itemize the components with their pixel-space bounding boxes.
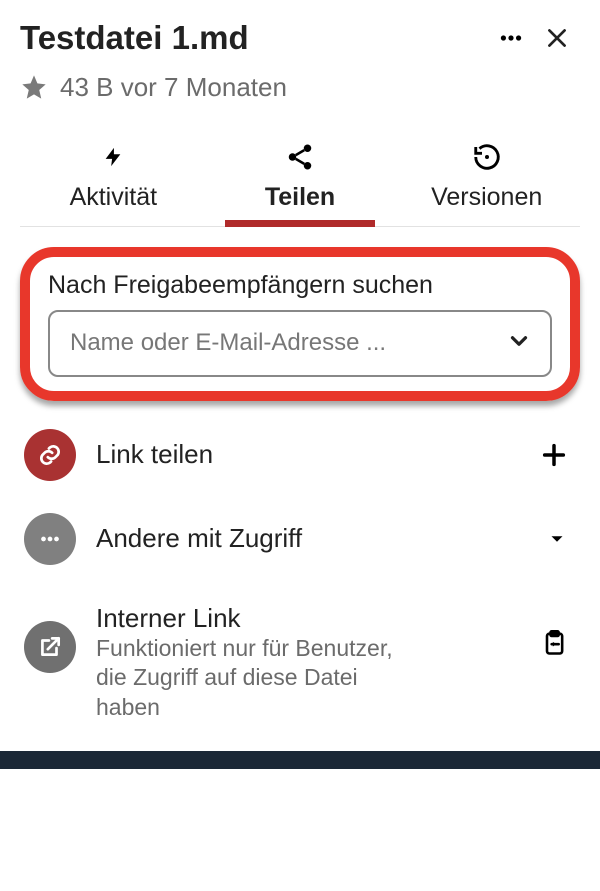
history-icon [472,139,502,175]
recipient-search-box[interactable] [48,310,552,377]
header: Testdatei 1.md [20,18,580,58]
others-with-access-row[interactable]: Andere mit Zugriff [20,497,580,581]
internal-link-title: Interner Link [96,603,532,634]
bottom-bar [0,751,600,769]
file-title: Testdatei 1.md [20,18,488,58]
tab-share-label: Teilen [265,183,335,212]
recipient-search-input[interactable] [68,328,506,358]
share-icon [285,139,315,175]
recipient-search-section: Nach Freigabeempfängern suchen [20,247,580,401]
share-link-icon-badge [24,429,76,481]
close-button[interactable] [534,19,580,57]
others-with-access-toggle[interactable] [538,524,576,554]
external-link-icon [37,634,63,660]
others-with-access-label: Andere mit Zugriff [96,523,538,554]
close-icon [544,25,570,51]
others-icon-badge [24,513,76,565]
internal-link-row: Interner Link Funktioniert nur für Benut… [20,581,580,740]
file-meta-text: 43 B vor 7 Monaten [60,72,287,103]
tab-activity-label: Aktivität [70,183,158,212]
plus-icon [540,441,568,469]
share-link-label: Link teilen [96,439,532,470]
share-link-row: Link teilen [20,413,580,497]
caret-down-icon [546,528,568,550]
link-icon [37,442,63,468]
lightning-icon [102,139,124,175]
tab-share[interactable]: Teilen [207,133,394,226]
favorite-button[interactable] [20,73,48,101]
recipient-search-label: Nach Freigabeempfängern suchen [48,271,552,300]
more-horizontal-icon [37,526,63,552]
file-meta: 43 B vor 7 Monaten [20,72,580,103]
clipboard-icon [540,629,568,657]
tab-activity[interactable]: Aktivität [20,133,207,226]
tab-versions-label: Versionen [431,183,542,212]
tab-versions[interactable]: Versionen [393,133,580,226]
more-horizontal-icon [498,25,524,51]
more-button[interactable] [488,19,534,57]
tabs: Aktivität Teilen Versionen [20,133,580,227]
internal-link-desc: Funktioniert nur für Benutzer, die Zugri… [96,634,416,724]
chevron-down-icon [506,328,532,359]
copy-internal-link-button[interactable] [532,625,576,661]
add-share-link-button[interactable] [532,437,576,473]
internal-link-icon-badge [24,621,76,673]
star-icon [20,73,48,101]
